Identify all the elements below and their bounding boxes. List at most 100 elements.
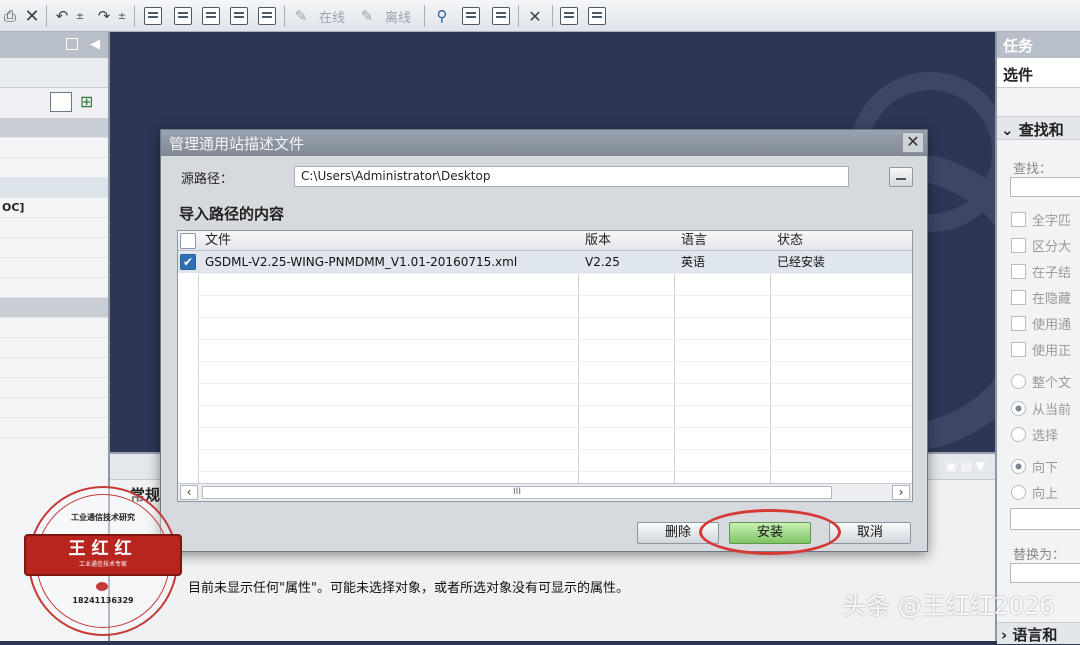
grid-line xyxy=(198,339,912,340)
header-status[interactable]: 状态 xyxy=(771,231,912,251)
tree-row[interactable] xyxy=(0,178,108,198)
window-layout-icon[interactable]: ▣ ▤ ▼ xyxy=(945,459,985,473)
author-stamp: 工业通信技术研究 王红红 工业通信技术专家 18241136329 xyxy=(24,486,182,636)
collapse-left-icon[interactable]: ◀ xyxy=(90,37,100,52)
find-replace-section[interactable]: ⌄ 查找和 xyxy=(997,116,1080,140)
header-file[interactable]: 文件 xyxy=(199,231,579,251)
split-vertical-icon[interactable] xyxy=(586,5,608,27)
checkbox-wildcards[interactable]: 使用通 xyxy=(1011,314,1071,333)
copy-icon[interactable] xyxy=(142,5,164,27)
find-button[interactable] xyxy=(1010,508,1080,530)
cross-reference-icon[interactable] xyxy=(460,5,482,27)
row-status: 已经安装 xyxy=(777,255,826,269)
author-watermark: 头条 @王红红2026 xyxy=(842,592,1055,620)
tree-row[interactable] xyxy=(0,318,108,338)
radio-label: 向下 xyxy=(1032,461,1059,476)
radio-down[interactable]: 向下 xyxy=(1011,457,1058,476)
go-offline-icon[interactable]: ✎ xyxy=(356,5,378,27)
horizontal-scrollbar[interactable]: ‹ III › xyxy=(178,483,912,501)
dialog-titlebar[interactable]: 管理通用站描述文件 ✕ xyxy=(161,130,927,156)
close-icon[interactable]: ✕ xyxy=(902,132,924,153)
close-project-icon[interactable]: ✕ xyxy=(524,5,546,27)
delete-icon[interactable]: ✕ xyxy=(22,5,42,27)
header-version[interactable]: 版本 xyxy=(579,231,675,251)
toolbar-separator xyxy=(424,5,425,27)
header-language[interactable]: 语言 xyxy=(675,231,771,251)
compare-icon[interactable] xyxy=(490,5,512,27)
table-view-icon[interactable] xyxy=(50,92,72,112)
grid-line xyxy=(198,273,912,274)
checkbox-icon xyxy=(1011,264,1026,279)
undo-dropdown-icon[interactable]: ± xyxy=(74,5,86,27)
scroll-thumb[interactable]: III xyxy=(202,486,832,499)
go-online-label[interactable]: 在线 xyxy=(314,5,350,27)
row-language: 英语 xyxy=(681,255,706,269)
checkbox-whole-word[interactable]: 全字匹 xyxy=(1011,210,1071,229)
main-toolbar: ⎙ ✕ ↶ ± ↷ ± ✎ 在线 ✎ 离线 ⚲ ✕ xyxy=(0,0,1080,32)
print-icon[interactable]: ⎙ xyxy=(2,5,18,27)
pin-icon[interactable] xyxy=(66,38,78,50)
download-icon[interactable] xyxy=(172,5,194,27)
tree-row[interactable] xyxy=(0,338,108,358)
tree-row[interactable] xyxy=(0,378,108,398)
tree-row[interactable] xyxy=(0,298,108,318)
browse-button[interactable] xyxy=(889,167,913,187)
grid-line xyxy=(198,361,912,362)
radio-whole-document[interactable]: 整个文 xyxy=(1011,372,1071,391)
checkbox-icon xyxy=(1011,238,1026,253)
radio-selection[interactable]: 选择 xyxy=(1011,425,1058,444)
project-tree-subheader xyxy=(0,58,108,88)
go-online-icon[interactable]: ✎ xyxy=(290,5,312,27)
checkbox-substructures[interactable]: 在子结 xyxy=(1011,262,1071,281)
redo-dropdown-icon[interactable]: ± xyxy=(116,5,128,27)
grid-line xyxy=(198,405,912,406)
stamp-phone: 18241136329 xyxy=(72,596,134,605)
undo-icon[interactable]: ↶ xyxy=(52,5,72,27)
cancel-button[interactable]: 取消 xyxy=(829,522,911,544)
source-path-field[interactable]: C:\Users\Administrator\Desktop xyxy=(294,166,849,187)
checkbox-regex[interactable]: 使用正 xyxy=(1011,340,1071,359)
toolbar-separator xyxy=(518,5,519,27)
tree-row[interactable] xyxy=(0,258,108,278)
radio-from-current[interactable]: 从当前 xyxy=(1011,399,1071,418)
tree-row[interactable] xyxy=(0,138,108,158)
checkbox-icon xyxy=(1011,342,1026,357)
find-input[interactable] xyxy=(1010,177,1080,197)
tree-row[interactable]: OC] xyxy=(0,198,108,218)
add-device-icon[interactable]: ⊞ xyxy=(80,92,102,112)
checkbox-label: 使用通 xyxy=(1032,318,1072,333)
checkbox-hidden-texts[interactable]: 在隐藏 xyxy=(1011,288,1071,307)
install-highlight-circle xyxy=(699,509,841,555)
radio-label: 整个文 xyxy=(1032,376,1072,391)
tree-row[interactable] xyxy=(0,118,108,138)
go-offline-label[interactable]: 离线 xyxy=(380,5,416,27)
tree-row[interactable] xyxy=(0,398,108,418)
tree-row[interactable] xyxy=(0,238,108,258)
checkbox-label: 区分大 xyxy=(1032,240,1072,255)
checkbox-match-case[interactable]: 区分大 xyxy=(1011,236,1071,255)
grid-line xyxy=(198,427,912,428)
tree-row[interactable] xyxy=(0,418,108,438)
tree-row[interactable] xyxy=(0,278,108,298)
row-checkbox-checked[interactable]: ✔ xyxy=(180,254,196,270)
upload-icon[interactable] xyxy=(200,5,222,27)
tree-row[interactable] xyxy=(0,158,108,178)
stamp-band: 王红红 工业通信技术专家 xyxy=(24,534,182,576)
radio-label: 选择 xyxy=(1032,429,1059,444)
grid-line xyxy=(198,317,912,318)
replace-input[interactable] xyxy=(1010,563,1080,583)
stop-icon[interactable] xyxy=(256,5,278,27)
simulation-icon[interactable] xyxy=(228,5,250,27)
languages-title: 语言和 xyxy=(1012,626,1058,644)
find-label: 查找： xyxy=(1013,162,1053,177)
radio-up[interactable]: 向上 xyxy=(1011,483,1058,502)
tree-row[interactable] xyxy=(0,218,108,238)
split-horizontal-icon[interactable] xyxy=(558,5,580,27)
accessible-devices-icon[interactable]: ⚲ xyxy=(430,5,454,27)
select-all-checkbox[interactable] xyxy=(180,233,196,249)
tree-row[interactable] xyxy=(0,358,108,378)
scroll-right-icon[interactable]: › xyxy=(892,485,910,500)
header-select-all[interactable] xyxy=(178,231,199,251)
scroll-left-icon[interactable]: ‹ xyxy=(180,485,198,500)
redo-icon[interactable]: ↷ xyxy=(94,5,114,27)
